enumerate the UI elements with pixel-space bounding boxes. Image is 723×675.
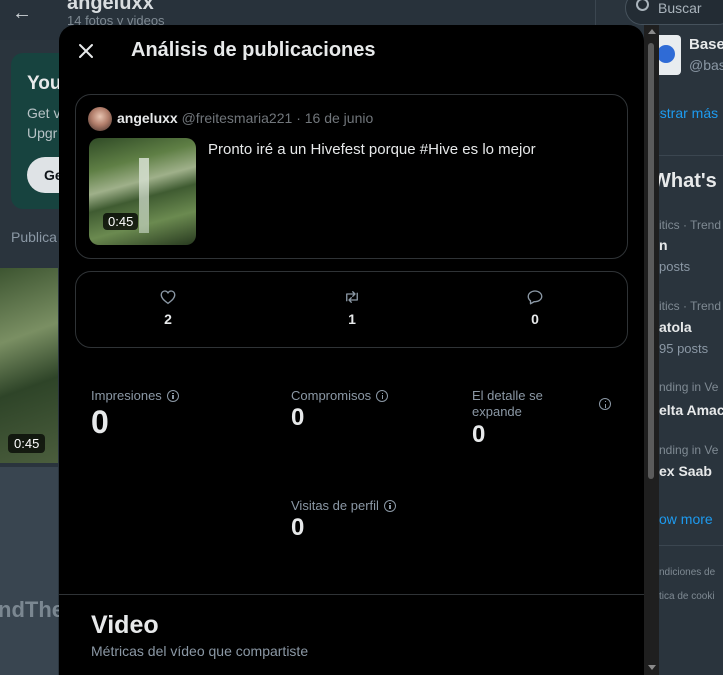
replies-stat: 0 <box>515 288 555 327</box>
trends-heading: What's h <box>652 170 723 192</box>
detail-expands-value: 0 <box>472 421 486 448</box>
likes-count: 2 <box>164 311 172 327</box>
premium-text: Get v Upgr <box>27 105 61 141</box>
scroll-up-icon[interactable] <box>648 29 656 34</box>
trend-meta: itics · Trend <box>659 218 722 232</box>
profile-visits-label: Visitas de perfil <box>291 498 396 513</box>
likes-stat: 2 <box>148 288 188 327</box>
engagements-label: Compromisos <box>291 388 389 403</box>
avatar <box>88 107 112 131</box>
detail-expands-label: El detalle se expande <box>472 388 612 420</box>
engagement-summary: 2 1 0 <box>75 271 628 348</box>
search-placeholder: Buscar <box>658 0 702 16</box>
trend-meta: nding in Ve <box>659 380 719 394</box>
media-thumbnail-2[interactable]: ndThe <box>0 467 64 675</box>
impressions-metric: Impresiones 0 <box>91 388 179 441</box>
info-icon[interactable] <box>383 499 396 512</box>
author-handle: @freitesmaria221 <box>181 110 293 126</box>
modal-scrollbar[interactable] <box>644 25 659 675</box>
post-text: Pronto iré a un Hivefest porque #Hive es… <box>208 141 536 158</box>
back-arrow-icon[interactable]: ← <box>12 2 32 25</box>
show-more-link[interactable]: ostrar más <box>652 105 718 121</box>
account-handle: @bas <box>689 57 723 73</box>
post-author-line: angeluxx @freitesmaria221 · 16 de junio <box>117 110 373 126</box>
engagements-metric: Compromisos 0 <box>291 388 389 433</box>
info-icon[interactable] <box>166 389 179 402</box>
footer-link[interactable]: tica de cooki <box>659 591 715 602</box>
trend-posts: 95 posts <box>659 341 709 356</box>
video-duration-badge: 0:45 <box>103 213 139 230</box>
media-duration: 0:45 <box>8 434 46 453</box>
post-date: 16 de junio <box>304 110 374 126</box>
reply-icon <box>527 290 543 305</box>
reposts-stat: 1 <box>332 288 372 327</box>
replies-count: 0 <box>531 311 539 327</box>
post-video-thumbnail[interactable]: 0:45 <box>89 138 196 245</box>
tab-posts[interactable]: Publica <box>11 229 57 245</box>
video-section-title: Video <box>91 611 159 639</box>
trend-meta: nding in Ve <box>659 443 719 457</box>
trend-posts: posts <box>659 259 691 274</box>
profile-visits-metric: Visitas de perfil 0 <box>291 498 396 543</box>
trend-name[interactable]: ex Saab <box>659 463 712 479</box>
video-section-subtitle: Métricas del vídeo que compartiste <box>91 643 309 659</box>
reposts-count: 1 <box>348 311 356 327</box>
scroll-down-icon[interactable] <box>648 665 656 670</box>
engagements-value: 0 <box>291 404 305 431</box>
detail-expands-metric: El detalle se expande 0 <box>472 388 612 450</box>
author-name: angeluxx <box>117 110 178 126</box>
section-divider <box>59 594 644 595</box>
trend-meta: itics · Trend <box>659 299 722 313</box>
post-preview-card[interactable]: angeluxx @freitesmaria221 · 16 de junio … <box>75 94 628 259</box>
trend-name[interactable]: atola <box>659 319 692 335</box>
info-icon[interactable] <box>376 389 389 402</box>
media-thumbnail[interactable]: 0:45 <box>0 268 58 463</box>
premium-title: You <box>27 73 62 94</box>
account-name[interactable]: Base <box>689 36 723 53</box>
trend-name[interactable]: n <box>659 237 668 253</box>
footer-link[interactable]: ndiciones de <box>659 567 715 578</box>
repost-icon <box>346 291 358 303</box>
profile-visits-value: 0 <box>291 514 305 541</box>
search-icon <box>636 0 649 11</box>
scrollbar-thumb[interactable] <box>648 43 654 479</box>
search-input[interactable]: Buscar <box>625 0 723 25</box>
post-analytics-modal: Análisis de publicaciones angeluxx @frei… <box>59 25 644 675</box>
trends-show-more[interactable]: ow more <box>659 511 713 527</box>
modal-title: Análisis de publicaciones <box>131 39 376 61</box>
meta-separator: · <box>296 110 301 126</box>
close-button[interactable] <box>71 36 101 66</box>
impressions-value: 0 <box>91 404 109 440</box>
info-icon[interactable] <box>599 398 611 410</box>
impressions-label: Impresiones <box>91 388 179 403</box>
heart-icon <box>160 290 176 305</box>
media-text: ndThe <box>0 597 64 622</box>
close-icon <box>79 44 93 58</box>
trend-name[interactable]: elta Amac <box>659 402 723 418</box>
